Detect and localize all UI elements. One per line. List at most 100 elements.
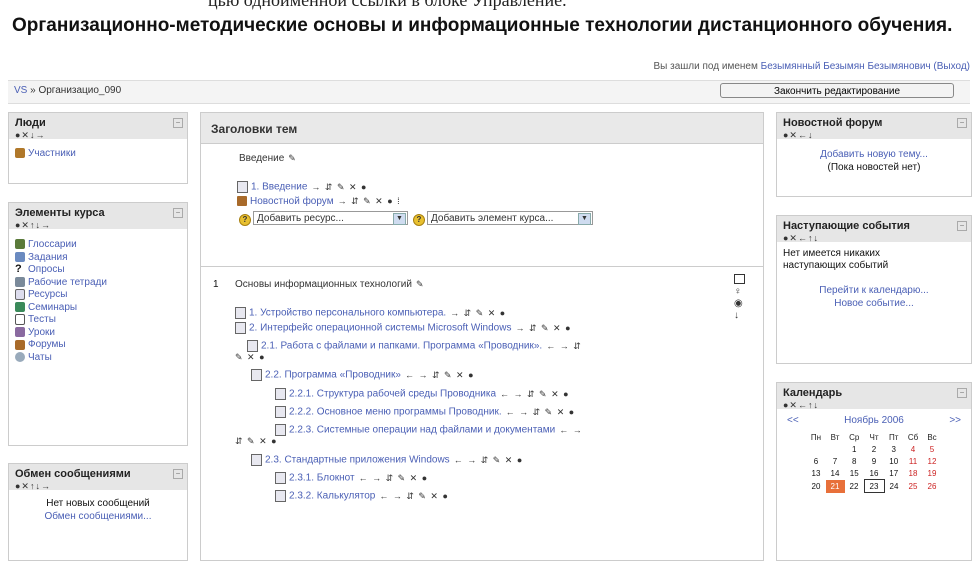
edit-controls[interactable]: ← → ⇵ ✎ ✕ ● <box>506 407 576 417</box>
calendar-day[interactable]: 26 <box>923 480 942 493</box>
calendar-day[interactable]: 4 <box>904 443 923 455</box>
calendar-day[interactable]: 19 <box>923 467 942 480</box>
new-event-link[interactable]: Новое событие... <box>834 298 914 309</box>
end-editing-button[interactable]: Закончить редактирование <box>720 83 954 98</box>
calendar-day[interactable]: 6 <box>807 455 826 467</box>
edit-controls[interactable]: → ⇵ ✎ ✕ ● <box>515 323 571 333</box>
calendar-day[interactable]: 16 <box>864 467 884 480</box>
course-topics: Заголовки тем Введение ✎ 1. Введение → ⇵ ✎… <box>200 112 764 561</box>
calendar-day[interactable]: 7 <box>826 455 845 467</box>
people-block-controls[interactable]: ●✕↓→ <box>15 130 181 141</box>
help-icon[interactable]: ? <box>413 214 425 226</box>
element-link-assignments[interactable]: Задания <box>28 252 68 263</box>
messages-link[interactable]: Обмен сообщениями... <box>45 511 152 522</box>
element-link-workbooks[interactable]: Рабочие тетради <box>28 277 107 288</box>
calendar-day[interactable]: 12 <box>923 455 942 467</box>
participants-link[interactable]: Участники <box>28 148 76 159</box>
edit-controls[interactable]: ← → ⇵ ✎ ✕ ● <box>454 455 524 465</box>
calendar-day[interactable]: 2 <box>864 443 884 455</box>
calendar-day[interactable]: 23 <box>863 479 885 493</box>
calendar-day[interactable]: 20 <box>807 480 826 493</box>
resource-link[interactable]: 2.2.1. Структура рабочей среды Проводник… <box>289 389 496 400</box>
calendar-block-controls[interactable]: ●✕←↑↓ <box>783 400 965 411</box>
calendar-day[interactable]: 8 <box>845 455 865 467</box>
calendar-day[interactable]: 10 <box>884 455 904 467</box>
add-activity-select[interactable]: Добавить элемент курса... ▼ <box>427 211 593 225</box>
events-block-controls[interactable]: ●✕←↑↓ <box>783 233 965 244</box>
edit-controls-wrap[interactable]: ⇵ ✎ ✕ ● <box>235 436 278 447</box>
section1-item: 1. Устройство персонального компьютера. →… <box>235 307 506 319</box>
breadcrumb-root[interactable]: VS <box>14 85 27 96</box>
next-month-link[interactable]: >> <box>949 415 961 426</box>
edit-controls[interactable]: → ⇵ ✎ ✕ ● <box>450 308 506 318</box>
news-block-controls[interactable]: ●✕←↓ <box>783 130 965 141</box>
element-link-polls[interactable]: Опросы <box>28 264 65 275</box>
edit-controls-wrap[interactable]: ✎ ✕ ● <box>235 352 266 363</box>
edit-controls[interactable]: ← → ⇵ ✎ ✕ ● <box>405 370 475 380</box>
add-activity-label: Добавить элемент курса... <box>431 213 554 224</box>
marker-icon[interactable]: ♀ <box>734 286 745 297</box>
user-link[interactable]: Безымянный Безымян Безымянович <box>761 61 931 72</box>
calendar-day[interactable]: 17 <box>884 467 904 480</box>
resource-link[interactable]: 2. Интерфейс операционной системы Micros… <box>249 323 511 334</box>
collapse-icon[interactable]: − <box>957 388 967 398</box>
resource-link[interactable]: 2.2.2. Основное меню программы Проводник… <box>289 407 502 418</box>
resource-link[interactable]: 2.1. Работа с файлами и папками. Програм… <box>261 341 542 352</box>
collapse-icon[interactable]: − <box>173 208 183 218</box>
collapse-icon[interactable]: − <box>173 469 183 479</box>
go-to-calendar-link[interactable]: Перейти к календарю... <box>819 285 928 296</box>
resource-link[interactable]: 2.3.2. Калькулятор <box>289 491 375 502</box>
logout-link[interactable]: (Выход) <box>933 61 970 72</box>
edit-controls[interactable]: ← → ⇵ ✎ ✕ ● <box>359 473 429 483</box>
resource-link-intro[interactable]: 1. Введение <box>251 182 307 193</box>
resource-icon <box>275 424 286 436</box>
calendar-day[interactable]: 21 <box>825 479 845 493</box>
calendar-day[interactable]: 15 <box>845 467 865 480</box>
highlight-icon[interactable] <box>734 274 745 284</box>
messages-block-controls[interactable]: ●✕↑↓→ <box>15 481 181 492</box>
calendar-day[interactable]: 18 <box>904 467 923 480</box>
edit-controls[interactable]: → ⇵ ✎ ✕ ● <box>311 182 367 192</box>
element-link-lessons[interactable]: Уроки <box>28 327 55 338</box>
edit-controls[interactable]: → ⇵ ✎ ✕ ● ⁞ <box>338 196 401 206</box>
collapse-icon[interactable]: − <box>957 118 967 128</box>
element-link-glossaries[interactable]: Глоссарии <box>28 239 77 250</box>
element-link-forums[interactable]: Форумы <box>28 339 66 350</box>
calendar-day[interactable]: 25 <box>904 480 923 493</box>
calendar-day[interactable]: 22 <box>845 480 865 493</box>
resource-link[interactable]: 2.2. Программа «Проводник» <box>265 370 401 381</box>
resource-link[interactable]: 2.3. Стандартные приложения Windows <box>265 455 450 466</box>
collapse-icon[interactable]: − <box>173 118 183 128</box>
add-resource-select[interactable]: Добавить ресурс... ▼ <box>253 211 408 225</box>
calendar-day[interactable]: 11 <box>904 455 923 467</box>
eye-icon[interactable]: ◉ <box>734 298 745 309</box>
elements-block-controls[interactable]: ●✕↑↓→ <box>15 220 181 231</box>
calendar-day[interactable]: 14 <box>826 467 845 480</box>
collapse-icon[interactable]: − <box>957 221 967 231</box>
element-link-seminars[interactable]: Семинары <box>28 302 77 313</box>
calendar-day[interactable]: 9 <box>864 455 884 467</box>
chevron-down-icon: ▼ <box>578 213 591 225</box>
element-link-tests[interactable]: Тесты <box>28 314 56 325</box>
section1-item: 2.3. Стандартные приложения Windows ← → ⇵… <box>251 454 523 466</box>
news-forum-link[interactable]: Новостной форум <box>250 196 334 207</box>
help-icon[interactable]: ? <box>239 214 251 226</box>
element-link-resources[interactable]: Ресурсы <box>28 289 67 300</box>
resource-link[interactable]: 2.2.3. Системные операции над файлами и … <box>289 425 555 436</box>
add-topic-link[interactable]: Добавить новую тему... <box>820 149 928 160</box>
calendar-day[interactable]: 1 <box>845 443 865 455</box>
edit-controls[interactable]: ← → ⇵ <box>546 341 582 351</box>
resource-link[interactable]: 1. Устройство персонального компьютера. <box>249 308 446 319</box>
calendar-day[interactable]: 5 <box>923 443 942 455</box>
element-link-chats[interactable]: Чаты <box>28 352 52 363</box>
edit-controls[interactable]: ← → ⇵ ✎ ✕ ● <box>379 491 449 501</box>
edit-summary-icon[interactable]: ✎ <box>288 153 297 163</box>
resource-link[interactable]: 2.3.1. Блокнот <box>289 473 355 484</box>
edit-summary-icon[interactable]: ✎ <box>416 279 425 289</box>
calendar-day[interactable]: 24 <box>884 480 904 493</box>
calendar-day[interactable]: 13 <box>807 467 826 480</box>
calendar-day[interactable]: 3 <box>884 443 904 455</box>
edit-controls[interactable]: ← → ⇵ ✎ ✕ ● <box>500 389 570 399</box>
edit-controls[interactable]: ← → <box>559 425 583 435</box>
down-arrow-icon[interactable]: ↓ <box>734 310 745 321</box>
